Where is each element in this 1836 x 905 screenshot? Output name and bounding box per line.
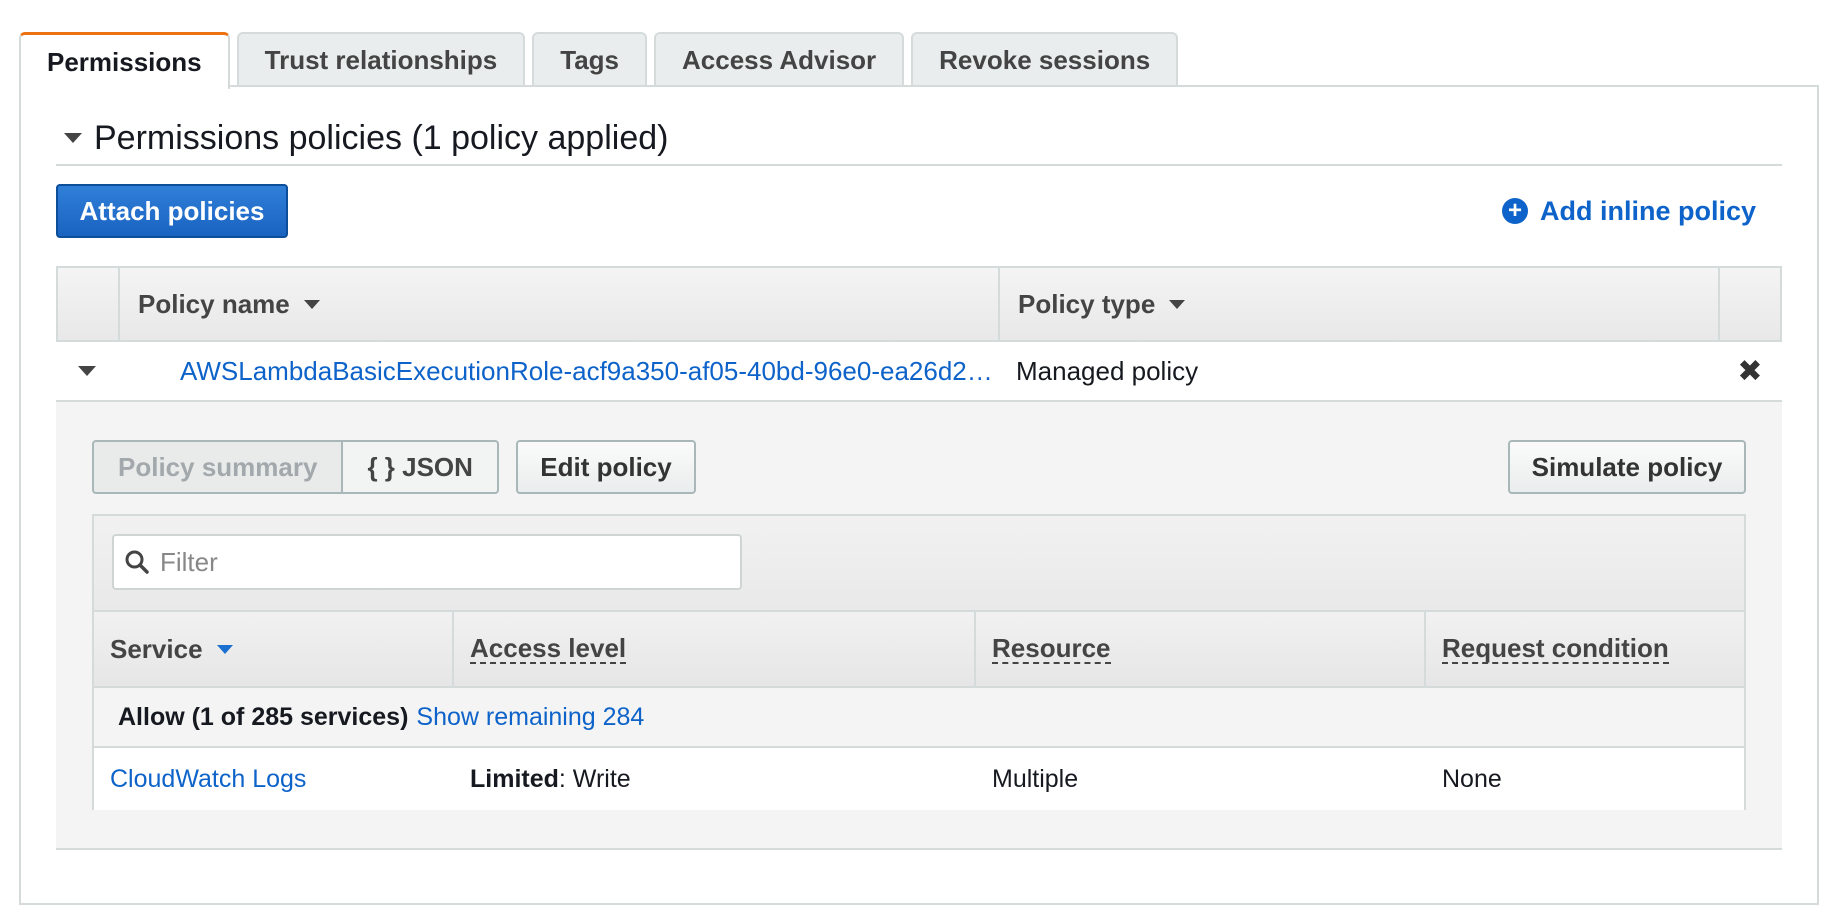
summary-table-header: Service Access level Resource Request co… [94, 612, 1744, 688]
access-level-prefix: Limited [470, 764, 559, 793]
service-column-header[interactable]: Service [94, 612, 454, 686]
sort-caret-icon [1169, 299, 1186, 309]
tab-access-advisor[interactable]: Access Advisor [654, 32, 905, 87]
sort-caret-icon [303, 299, 320, 309]
tab-revoke-sessions[interactable]: Revoke sessions [911, 32, 1179, 87]
policy-type-cell: Managed policy [1016, 355, 1199, 386]
sort-caret-icon [216, 644, 233, 654]
policies-table-header: Policy name Policy type [56, 266, 1782, 342]
add-inline-policy-link[interactable]: + Add inline policy [1501, 192, 1756, 230]
attach-policies-button[interactable]: Attach policies [56, 184, 288, 238]
service-header-label: Service [110, 633, 203, 664]
simulate-policy-button[interactable]: Simulate policy [1508, 440, 1746, 494]
access-level-cell: Limited: Write [454, 765, 976, 794]
policy-name-header-label: Policy name [138, 288, 290, 319]
request-condition-column-header[interactable]: Request condition [1426, 612, 1744, 686]
filter-bar [94, 516, 1744, 612]
resource-header-label: Resource [992, 632, 1111, 665]
add-inline-policy-label: Add inline policy [1539, 195, 1756, 226]
collapse-caret-icon[interactable] [64, 133, 82, 143]
resource-column-header[interactable]: Resource [976, 612, 1426, 686]
policy-detail-panel: Policy summary { } JSON Edit policy Simu… [56, 402, 1782, 850]
tab-bar: Permissions Trust relationships Tags Acc… [19, 32, 1185, 89]
permissions-policies-header[interactable]: Permissions policies (1 policy applied) [56, 112, 1782, 166]
expand-caret-icon [78, 366, 96, 376]
remove-column-header [1720, 268, 1780, 340]
table-row: CloudWatch Logs Limited: Write Multiple … [94, 748, 1744, 810]
show-remaining-link[interactable]: Show remaining 284 [416, 703, 644, 732]
request-condition-cell: None [1442, 764, 1502, 793]
remove-policy-icon[interactable]: ✖ [1718, 354, 1782, 389]
resource-cell: Multiple [992, 764, 1079, 793]
policy-type-column-header[interactable]: Policy type [1000, 268, 1720, 340]
policy-summary-tab[interactable]: Policy summary [92, 440, 344, 494]
policy-summary-table: Service Access level Resource Request co… [92, 514, 1746, 810]
tab-tags[interactable]: Tags [532, 32, 648, 87]
tab-permissions[interactable]: Permissions [19, 32, 230, 89]
access-level-header-label: Access level [470, 632, 627, 665]
allow-summary-row: Allow (1 of 285 services) Show remaining… [94, 688, 1744, 748]
filter-input[interactable] [158, 545, 718, 579]
policy-name-column-header[interactable]: Policy name [120, 268, 1000, 340]
section-title: Permissions policies (1 policy applied) [94, 118, 669, 157]
tab-trust-relationships[interactable]: Trust relationships [236, 32, 526, 87]
request-condition-header-label: Request condition [1442, 632, 1669, 665]
edit-policy-button[interactable]: Edit policy [516, 440, 696, 494]
filter-field[interactable] [112, 534, 742, 590]
plus-circle-icon: + [1501, 198, 1528, 224]
search-icon [125, 550, 149, 574]
json-tab[interactable]: { } JSON [343, 440, 499, 494]
service-link[interactable]: CloudWatch Logs [110, 765, 306, 793]
policy-name-link[interactable]: AWSLambdaBasicExecutionRole-acf9a350-af0… [180, 356, 993, 386]
access-level-column-header[interactable]: Access level [454, 612, 976, 686]
expand-column-header [58, 268, 120, 340]
table-row: AWSLambdaBasicExecutionRole-acf9a350-af0… [56, 342, 1782, 402]
row-expand-toggle[interactable] [56, 366, 118, 376]
view-toggle: Policy summary { } JSON [92, 440, 499, 494]
allow-summary: Allow (1 of 285 services) [118, 702, 409, 731]
policy-type-header-label: Policy type [1018, 288, 1156, 319]
access-level-suffix: : Write [558, 764, 631, 793]
